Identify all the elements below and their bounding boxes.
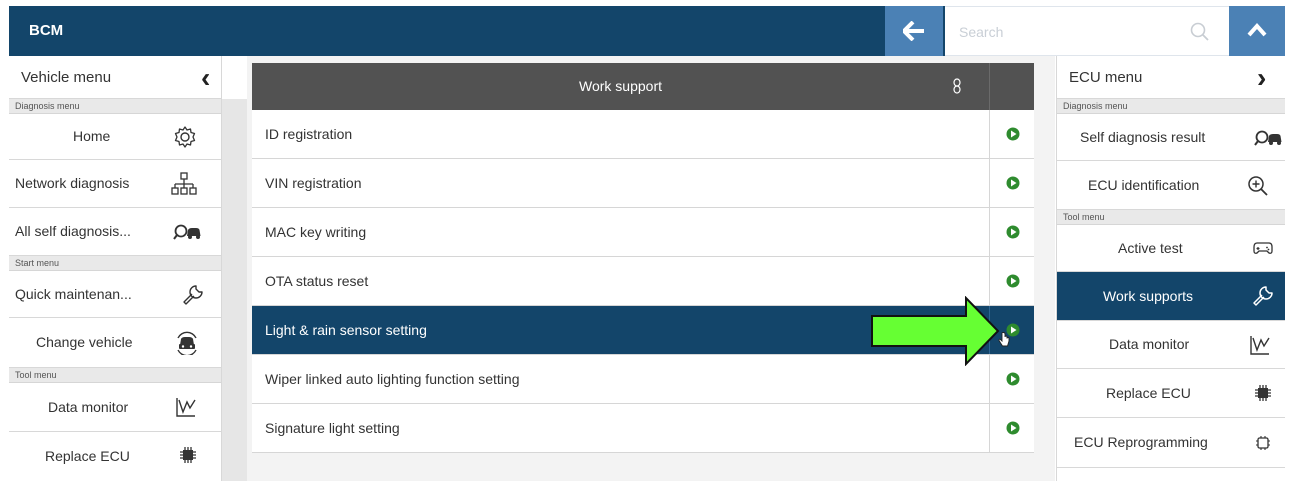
menu-item-label: Replace ECU: [1106, 385, 1191, 401]
arrow-left-icon: [902, 20, 924, 42]
menu-item-data-monitor[interactable]: Data monitor: [1057, 321, 1285, 369]
menu-item-label: Quick maintenan...: [15, 286, 132, 302]
ecu-menu-panel: ECU menu › Diagnosis menu Self diagnosis…: [1056, 56, 1285, 481]
row-label: VIN registration: [265, 175, 362, 191]
menu-item-replace-ecu[interactable]: Replace ECU: [1057, 369, 1285, 418]
work-support-list: Work support ID registration VIN registr…: [252, 63, 1034, 453]
row-divider: [989, 404, 990, 452]
menu-item-label: Data monitor: [1109, 336, 1190, 352]
annotation-arrow-icon: [871, 296, 1000, 366]
menu-item-home[interactable]: Home: [9, 114, 221, 160]
row-mac-key-writing[interactable]: MAC key writing: [252, 208, 1034, 257]
work-support-area: Work support ID registration VIN registr…: [247, 56, 1055, 481]
menu-item-self-diagnosis-result[interactable]: Self diagnosis result: [1057, 114, 1285, 161]
play-icon[interactable]: [1006, 372, 1020, 386]
menu-item-label: All self diagnosis...: [15, 223, 131, 239]
row-signature-light-setting[interactable]: Signature light setting: [252, 404, 1034, 453]
menu-item-active-test[interactable]: Active test: [1057, 225, 1285, 272]
row-label: Signature light setting: [265, 420, 400, 436]
header-divider: [989, 63, 990, 110]
play-icon[interactable]: [1006, 127, 1020, 141]
play-icon[interactable]: [1006, 225, 1020, 239]
row-vin-registration[interactable]: VIN registration: [252, 159, 1034, 208]
section-label-tool: Tool menu: [9, 368, 221, 383]
search-icon[interactable]: [1189, 21, 1211, 43]
section-label-start: Start menu: [9, 256, 221, 271]
menu-item-label: Work supports: [1103, 288, 1193, 304]
row-divider: [989, 208, 990, 256]
vehicle-menu-title: Vehicle menu: [21, 69, 112, 86]
ecu-menu-header[interactable]: ECU menu ›: [1057, 56, 1285, 99]
menu-item-change-vehicle[interactable]: Change vehicle: [9, 318, 221, 368]
menu-item-replace-ecu[interactable]: Replace ECU: [9, 432, 221, 481]
menu-item-label: Home: [73, 128, 111, 144]
gear-icon: [174, 126, 196, 148]
zoom-in-icon: [1248, 176, 1268, 196]
menu-item-all-self-diagnosis[interactable]: All self diagnosis...: [9, 208, 221, 256]
row-label: MAC key writing: [265, 224, 367, 240]
section-label-tool: Tool menu: [1057, 210, 1285, 225]
chip-outline-icon: [1256, 436, 1270, 450]
play-icon[interactable]: [1006, 176, 1020, 190]
vehicle-menu-header[interactable]: Vehicle menu ‹: [9, 56, 221, 99]
gamepad-icon: [1253, 242, 1273, 254]
play-icon[interactable]: [1006, 274, 1020, 288]
section-label-diagnosis: Diagnosis menu: [9, 99, 221, 114]
chip-icon: [1255, 385, 1271, 401]
menu-item-label: Change vehicle: [36, 334, 133, 350]
change-vehicle-icon: [177, 331, 197, 355]
menu-item-work-supports[interactable]: Work supports: [1057, 272, 1285, 321]
chevron-left-icon[interactable]: ‹: [201, 56, 210, 99]
menu-item-label: Network diagnosis: [15, 175, 130, 191]
wrench-icon: [1253, 286, 1273, 306]
row-label: ID registration: [265, 126, 353, 142]
left-scrollbar[interactable]: [222, 99, 247, 481]
row-divider: [989, 159, 990, 207]
menu-item-label: ECU Reprogramming: [1074, 434, 1208, 450]
menu-item-label: Self diagnosis result: [1080, 129, 1206, 145]
menu-item-label: Replace ECU: [45, 448, 130, 464]
row-label: Wiper linked auto lighting function sett…: [265, 371, 520, 387]
app-title: BCM: [29, 22, 64, 39]
scrollbar-spacer: [222, 56, 247, 99]
chip-icon: [180, 447, 196, 463]
ecu-menu-title: ECU menu: [1069, 69, 1143, 86]
diagnosis-car-icon: [1254, 130, 1282, 146]
row-label: OTA status reset: [265, 273, 369, 289]
search-box: [945, 6, 1229, 56]
section-label-diagnosis: Diagnosis menu: [1057, 99, 1285, 114]
back-button[interactable]: [885, 6, 943, 56]
menu-item-label: Data monitor: [48, 399, 129, 415]
data-monitor-icon: [176, 398, 196, 417]
sort-icon[interactable]: [952, 78, 962, 94]
menu-item-label: ECU identification: [1088, 177, 1200, 193]
chevron-right-icon[interactable]: ›: [1257, 56, 1266, 99]
top-bar: BCM: [9, 6, 1285, 56]
page-title: Work support: [579, 78, 662, 94]
diagnosis-car-icon: [173, 224, 201, 240]
menu-item-ecu-reprogramming[interactable]: ECU Reprogramming: [1057, 418, 1285, 468]
row-divider: [989, 110, 990, 158]
network-icon: [171, 172, 197, 195]
work-support-header: Work support: [252, 63, 1034, 110]
collapse-button[interactable]: [1229, 6, 1285, 56]
row-id-registration[interactable]: ID registration: [252, 110, 1034, 159]
chevron-up-icon: [1247, 22, 1267, 37]
data-monitor-icon: [1250, 336, 1270, 355]
vehicle-menu-panel: Vehicle menu ‹ Diagnosis menu Home Netwo…: [9, 56, 222, 481]
play-icon[interactable]: [1006, 421, 1020, 435]
row-label: Light & rain sensor setting: [265, 322, 427, 338]
menu-item-network-diagnosis[interactable]: Network diagnosis: [9, 160, 221, 208]
menu-item-quick-maintenance[interactable]: Quick maintenan...: [9, 271, 221, 318]
wrench-icon: [183, 285, 203, 305]
menu-item-ecu-identification[interactable]: ECU identification: [1057, 161, 1285, 210]
search-input[interactable]: [959, 19, 1179, 45]
menu-item-data-monitor[interactable]: Data monitor: [9, 383, 221, 432]
menu-item-label: Active test: [1118, 240, 1183, 256]
